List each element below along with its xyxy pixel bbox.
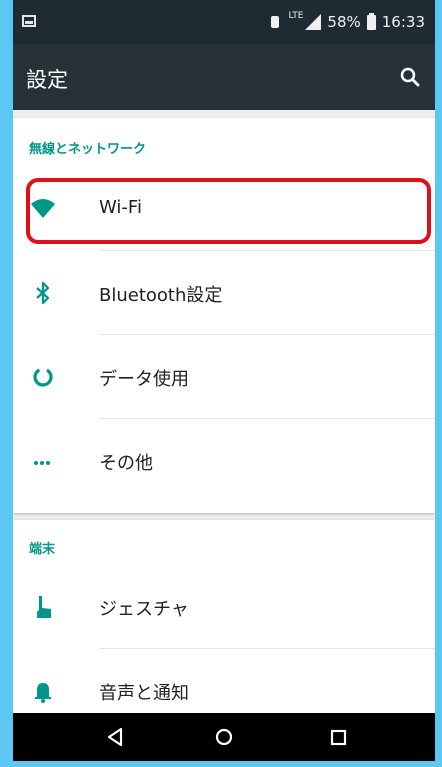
phone-screen: LTE 58% 16:33 設定 無線とネットワーク Wi-Fi Bluetoo… xyxy=(13,0,435,761)
settings-item-label: Bluetooth設定 xyxy=(99,285,223,306)
screenshot-notification-icon xyxy=(22,15,36,27)
app-bar: 設定 xyxy=(13,44,435,110)
more-icon xyxy=(34,461,50,465)
clock: 16:33 xyxy=(381,13,425,31)
settings-item-gesture[interactable]: ジェスチャ xyxy=(13,565,435,649)
settings-item-data-usage[interactable]: データ使用 xyxy=(13,335,435,419)
recents-icon xyxy=(330,729,347,746)
back-button[interactable] xyxy=(101,723,129,751)
settings-item-label: その他 xyxy=(99,453,153,474)
section-wireless-networks: 無線とネットワーク Wi-Fi Bluetooth設定 データ使用 その他 xyxy=(13,118,435,513)
data-usage-icon xyxy=(33,367,53,387)
settings-item-more[interactable]: その他 xyxy=(13,419,435,503)
search-icon xyxy=(400,67,420,87)
home-icon xyxy=(215,728,233,746)
signal-badge: LTE xyxy=(288,11,304,21)
page-title: 設定 xyxy=(26,68,68,92)
section-header: 無線とネットワーク xyxy=(29,142,147,157)
search-button[interactable] xyxy=(399,66,421,88)
navigation-bar xyxy=(13,713,435,761)
highlight-annotation xyxy=(26,178,431,244)
battery-icon xyxy=(366,12,376,30)
battery-percent: 58% xyxy=(327,13,361,31)
back-icon xyxy=(107,727,123,747)
settings-item-label: 音声と通知 xyxy=(99,683,189,704)
bluetooth-icon xyxy=(36,281,50,305)
status-bar: LTE 58% 16:33 xyxy=(13,0,435,44)
settings-item-label: データ使用 xyxy=(99,369,189,390)
gesture-icon xyxy=(37,596,51,618)
settings-list[interactable]: 無線とネットワーク Wi-Fi Bluetooth設定 データ使用 その他 端末… xyxy=(13,110,435,720)
settings-item-bluetooth[interactable]: Bluetooth設定 xyxy=(13,251,435,335)
vibrate-icon xyxy=(268,15,282,29)
bell-icon xyxy=(35,683,51,703)
signal-icon xyxy=(305,14,322,30)
home-button[interactable] xyxy=(210,723,238,751)
status-indicators: LTE 58% 16:33 xyxy=(268,11,425,32)
settings-item-label: ジェスチャ xyxy=(99,599,189,620)
section-device: 端末 ジェスチャ 音声と通知 xyxy=(13,520,435,720)
recents-button[interactable] xyxy=(324,723,352,751)
section-header: 端末 xyxy=(29,542,56,557)
